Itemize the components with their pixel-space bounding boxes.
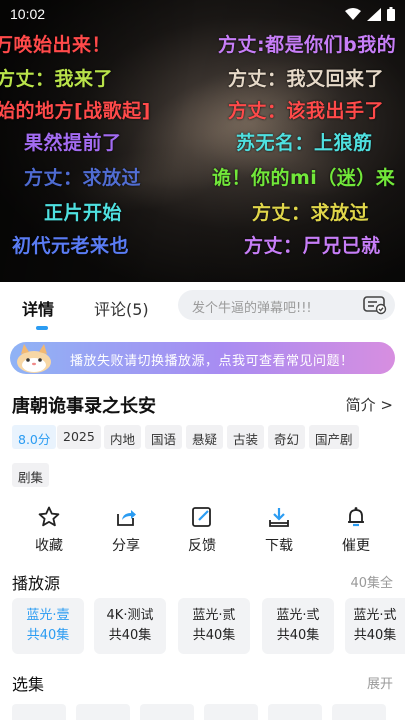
rating-tag: 8.0分 [12, 425, 57, 449]
episode-item[interactable] [268, 704, 322, 720]
source-episodes: 共40集 [192, 628, 236, 643]
download-button[interactable]: 下载 [249, 505, 309, 555]
source-name: 4K·测试 [106, 608, 154, 623]
danmaku-input-placeholder: 发个牛逼的弹幕吧!!! [192, 301, 312, 316]
danmaku-comment: 方丈：我来了 [0, 68, 114, 90]
source-item[interactable]: 蓝光·壹 共40集 [12, 598, 84, 654]
tag: 剧集 [12, 463, 50, 487]
action-bar: 收藏 分享 反馈 下载 催更 [0, 505, 405, 561]
source-item[interactable]: 蓝光·弎 共40集 [262, 598, 334, 654]
tag: 古装 [227, 425, 265, 449]
feedback-button[interactable]: 反馈 [172, 505, 232, 555]
share-button[interactable]: 分享 [96, 505, 156, 555]
source-name: 蓝光·弎 [276, 608, 320, 623]
danmaku-comment: 方丈：求放过 [252, 202, 370, 224]
danmaku-comment: 诡！你的mi（迷）来 [212, 167, 396, 189]
edit-icon [192, 507, 211, 527]
intro-link[interactable]: 简介 > [346, 394, 393, 415]
danmaku-comment: 方丈：我又回来了 [228, 68, 385, 90]
danmaku-comment: 方丈：该我出手了 [228, 100, 385, 122]
source-item[interactable]: 蓝光·式 共40集 [345, 598, 405, 654]
danmaku-comment: 果然提前了 [24, 132, 122, 154]
download-icon [269, 508, 289, 527]
source-episodes: 共40集 [26, 628, 70, 643]
source-section-title: 播放源 [12, 574, 61, 593]
status-time: 10:02 [10, 6, 46, 22]
remind-update-button[interactable]: 催更 [326, 505, 386, 555]
danmaku-send-icon[interactable] [363, 295, 387, 315]
episode-item[interactable] [204, 704, 258, 720]
remind-update-label: 催更 [342, 538, 370, 554]
danmaku-comment: 始的地方[战歌起] [0, 100, 151, 122]
danmaku-comment: 方丈：尸兄已就 [244, 235, 381, 257]
status-bar: 10:02 [0, 0, 405, 28]
favorite-label: 收藏 [35, 538, 63, 554]
source-item[interactable]: 蓝光·贰 共40集 [178, 598, 250, 654]
source-name: 蓝光·贰 [192, 608, 236, 623]
tag: 国产剧 [309, 425, 359, 449]
danmaku-comment: 初代元老来也 [12, 235, 130, 257]
cat-mascot-icon [17, 344, 51, 373]
playback-help-banner[interactable]: 播放失败请切换播放源，点我可查看常见问题！ [10, 342, 395, 374]
source-episodes: 共40集 [108, 628, 152, 643]
tab-detail[interactable]: 详情 [22, 296, 54, 320]
danmaku-comment: 方丈：求放过 [24, 167, 142, 189]
banner-text: 播放失败请切换播放源，点我可查看常见问题！ [70, 354, 354, 369]
tab-comments[interactable]: 评论(5) [94, 296, 149, 320]
episode-item[interactable] [12, 704, 66, 720]
tag: 悬疑 [186, 425, 224, 449]
source-name: 蓝光·壹 [26, 608, 70, 623]
battery-icon [387, 7, 395, 21]
video-player[interactable]: 10:02 万唤始出来！ 方丈:都是你们b我的 方丈：我来了 方丈：我又回来了 … [0, 0, 405, 282]
danmaku-comment: 正片开始 [44, 202, 123, 224]
source-item[interactable]: 4K·测试 共40集 [94, 598, 166, 654]
active-tab-indicator [36, 326, 48, 330]
source-episode-count[interactable]: 40集全 [350, 572, 393, 591]
danmaku-comment: 方丈:都是你们b我的 [218, 34, 397, 56]
episode-item[interactable] [76, 704, 130, 720]
favorite-button[interactable]: 收藏 [19, 505, 79, 555]
feedback-label: 反馈 [188, 538, 216, 554]
show-title: 唐朝诡事录之长安 [12, 396, 156, 417]
episode-section-title: 选集 [12, 675, 45, 694]
source-episodes: 共40集 [353, 628, 397, 643]
tag: 奇幻 [268, 425, 306, 449]
danmaku-comment: 苏无名：上狼筋 [236, 132, 373, 154]
tag: 内地 [104, 425, 142, 449]
tag: 2025 [57, 425, 101, 449]
danmaku-input[interactable]: 发个牛逼的弹幕吧!!! [178, 290, 395, 320]
danmaku-comment: 万唤始出来！ [0, 34, 112, 56]
wifi-icon [345, 7, 361, 20]
signal-icon [367, 7, 381, 21]
star-icon [38, 506, 60, 527]
share-icon [117, 510, 136, 526]
share-label: 分享 [112, 538, 140, 554]
download-label: 下载 [265, 538, 293, 554]
status-icons [345, 7, 395, 21]
source-episodes: 共40集 [276, 628, 320, 643]
bell-icon [348, 507, 364, 527]
tag: 国语 [145, 425, 183, 449]
expand-episodes-button[interactable]: 展开 [367, 673, 393, 692]
episode-item[interactable] [140, 704, 194, 720]
episode-item[interactable] [332, 704, 386, 720]
source-name: 蓝光·式 [353, 608, 397, 623]
